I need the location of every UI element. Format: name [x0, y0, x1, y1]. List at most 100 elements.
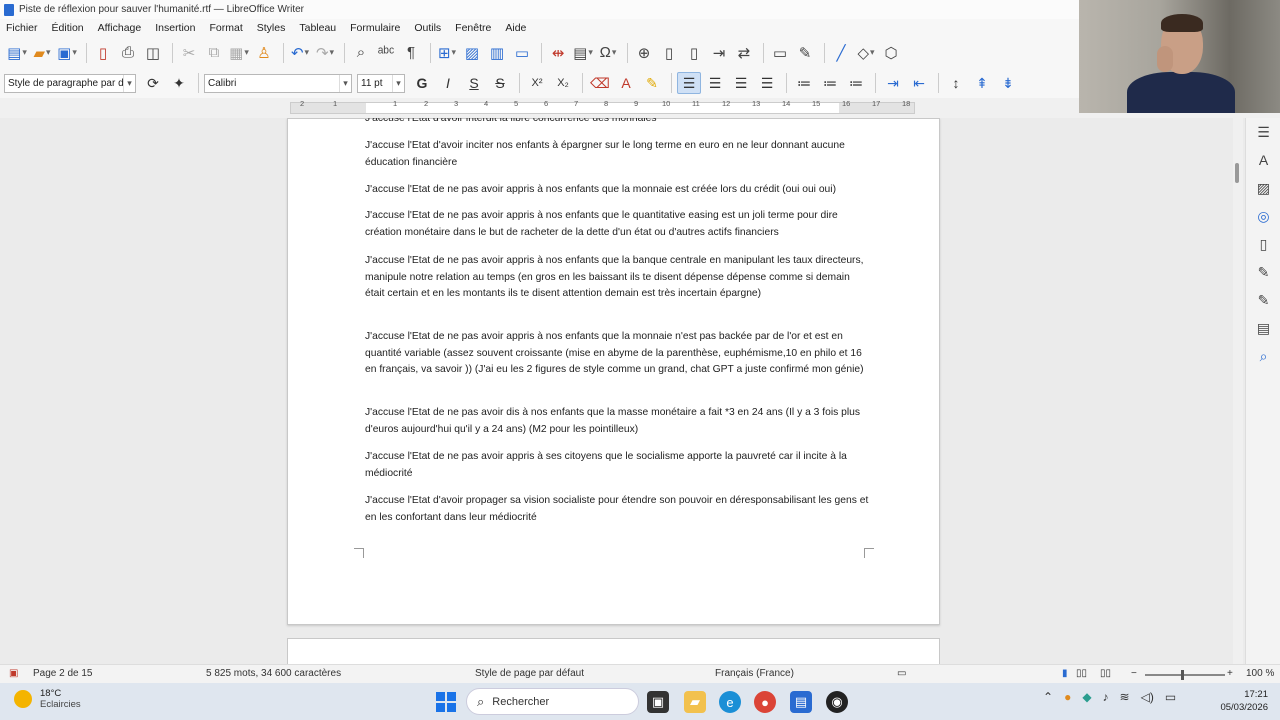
insert-image-icon[interactable]: ▨ — [461, 42, 483, 64]
draw-functions-icon[interactable]: ⬡ — [880, 42, 902, 64]
navigator-icon[interactable]: ◎ — [1246, 202, 1280, 230]
menu-styles[interactable]: Styles — [257, 22, 286, 34]
decrease-paragraph-spacing-icon[interactable]: ⇟ — [996, 72, 1020, 94]
windows-start-icon[interactable] — [436, 692, 456, 712]
save-icon[interactable]: ▣ — [56, 42, 78, 64]
strikethrough-button[interactable]: S — [488, 72, 512, 94]
insert-hyperlink-icon[interactable]: ⊕ — [633, 42, 655, 64]
system-clock[interactable]: 17:21 05/03/2026 — [1212, 688, 1268, 714]
decrease-indent-icon[interactable]: ⇤ — [907, 72, 931, 94]
track-changes-icon[interactable]: ✎ — [794, 42, 816, 64]
design-icon[interactable]: ▤ — [1246, 314, 1280, 342]
page-number[interactable]: Page 2 de 15 — [33, 668, 93, 679]
numbered-list-icon[interactable]: ≔ — [818, 72, 842, 94]
increase-indent-icon[interactable]: ⇥ — [881, 72, 905, 94]
menu-outils[interactable]: Outils — [414, 22, 441, 34]
insert-endnote-icon[interactable]: ▯ — [683, 42, 705, 64]
obs-recorder-icon[interactable]: ◉ — [826, 691, 848, 713]
task-view-icon[interactable]: ▣ — [647, 691, 669, 713]
chevron-down-icon[interactable]: ▾ — [392, 74, 404, 92]
paragraph[interactable]: J'accuse l'Etat d'avoir propager sa visi… — [365, 493, 870, 526]
outline-list-icon[interactable]: ≔ — [844, 72, 868, 94]
menu-fenetre[interactable]: Fenêtre — [455, 22, 491, 34]
zoom-level[interactable]: 100 % — [1246, 668, 1274, 679]
paragraph[interactable]: J'accuse l'Etat de ne pas avoir appris à… — [365, 208, 870, 241]
clear-formatting-icon[interactable]: ⌫ — [588, 72, 612, 94]
insert-special-character-icon[interactable]: Ω — [597, 42, 619, 64]
align-left-button[interactable]: ☰ — [677, 72, 701, 94]
update-style-icon[interactable]: ⟳ — [141, 72, 165, 94]
document-area[interactable]: J'accuse l'Etat d'avoir interdit la libr… — [0, 118, 1245, 664]
underline-button[interactable]: S — [462, 72, 486, 94]
vertical-scrollbar[interactable] — [1233, 118, 1243, 664]
chevron-up-icon[interactable]: ⌃ — [1043, 690, 1053, 704]
speaker-icon[interactable]: ◁) — [1141, 690, 1154, 704]
export-pdf-icon[interactable]: ▯ — [92, 42, 114, 64]
chrome-browser-icon[interactable]: ● — [754, 691, 776, 713]
font-color-icon[interactable]: A — [614, 72, 638, 94]
paste-icon[interactable]: ▦ — [228, 42, 250, 64]
basic-shapes-icon[interactable]: ◇ — [855, 42, 877, 64]
menu-fichier[interactable]: Fichier — [6, 22, 38, 34]
insert-cross-reference-icon[interactable]: ⇄ — [733, 42, 755, 64]
new-document-icon[interactable]: ▤ — [6, 42, 28, 64]
document-modified-icon[interactable]: ▣ — [9, 668, 18, 679]
page-style[interactable]: Style de page par défaut — [475, 668, 584, 679]
libreoffice-writer-icon[interactable]: ▤ — [790, 691, 812, 713]
manage-changes-icon[interactable]: ✎ — [1246, 286, 1280, 314]
insert-page-break-icon[interactable]: ⇹ — [547, 42, 569, 64]
insert-comment-icon[interactable]: ▭ — [769, 42, 791, 64]
font-size-combo[interactable]: 11 pt ▾ — [357, 73, 405, 93]
file-explorer-icon[interactable]: ▰ — [684, 691, 706, 713]
zoom-in-icon[interactable]: + — [1227, 668, 1233, 679]
insert-textbox-icon[interactable]: ▭ — [511, 42, 533, 64]
microphone-icon[interactable]: ♪ — [1103, 690, 1109, 704]
menu-affichage[interactable]: Affichage — [98, 22, 142, 34]
open-folder-icon[interactable]: ▰ — [31, 42, 53, 64]
ruler-bar[interactable] — [290, 102, 915, 114]
properties-icon[interactable]: ☰ — [1246, 118, 1280, 146]
menu-tableau[interactable]: Tableau — [299, 22, 336, 34]
insert-bookmark-icon[interactable]: ⇥ — [708, 42, 730, 64]
menu-edition[interactable]: Édition — [52, 22, 84, 34]
print-preview-icon[interactable]: ◫ — [142, 42, 164, 64]
menu-format[interactable]: Format — [210, 22, 243, 34]
chevron-down-icon[interactable]: ▾ — [339, 74, 351, 92]
paragraph[interactable]: J'accuse l'Etat de ne pas avoir appris à… — [365, 449, 870, 482]
justify-button[interactable]: ☰ — [755, 72, 779, 94]
insert-field-icon[interactable]: ▤ — [572, 42, 594, 64]
menu-formulaire[interactable]: Formulaire — [350, 22, 400, 34]
paragraph-style-combo[interactable]: Style de paragraphe par défaut ▾ — [4, 73, 136, 93]
font-name-combo[interactable]: Calibri ▾ — [204, 73, 352, 93]
avast-icon[interactable]: ● — [1064, 690, 1071, 704]
battery-icon[interactable]: ▭ — [1165, 690, 1176, 704]
zoom-slider-knob[interactable] — [1181, 670, 1184, 680]
superscript-button[interactable]: X² — [525, 72, 549, 94]
menu-aide[interactable]: Aide — [505, 22, 526, 34]
print-icon[interactable]: ⎙ — [117, 42, 139, 64]
gallery-icon[interactable]: ▨ — [1246, 174, 1280, 202]
weather-widget[interactable]: 18°C Eclaircies — [14, 688, 81, 710]
tray-app-icon[interactable]: ◆ — [1082, 690, 1091, 704]
paragraph[interactable]: J'accuse l'Etat de ne pas avoir appris à… — [365, 253, 870, 303]
language[interactable]: Français (France) — [715, 668, 794, 679]
increase-paragraph-spacing-icon[interactable]: ⇞ — [970, 72, 994, 94]
paragraph[interactable]: J'accuse l'Etat de ne pas avoir appris à… — [365, 182, 870, 199]
insert-line-icon[interactable]: ╱ — [830, 42, 852, 64]
formatting-marks-icon[interactable]: ¶ — [400, 42, 422, 64]
find-replace-icon[interactable]: ⌕ — [350, 42, 372, 64]
line-spacing-icon[interactable]: ↕ — [944, 72, 968, 94]
taskbar-search[interactable]: ⌕ Rechercher — [466, 688, 639, 715]
edge-browser-icon[interactable]: e — [719, 691, 741, 713]
menu-insertion[interactable]: Insertion — [155, 22, 195, 34]
styles-icon[interactable]: A — [1246, 146, 1280, 174]
bold-button[interactable]: G — [410, 72, 434, 94]
insert-table-icon[interactable]: ⊞ — [436, 42, 458, 64]
insert-chart-icon[interactable]: ▥ — [486, 42, 508, 64]
chevron-down-icon[interactable]: ▾ — [123, 74, 135, 92]
paragraph[interactable]: J'accuse l'Etat de ne pas avoir dis à no… — [365, 405, 870, 438]
style-inspector-icon[interactable]: ✎ — [1246, 258, 1280, 286]
single-page-view-icon[interactable]: ▮ — [1062, 668, 1068, 679]
align-right-button[interactable]: ☰ — [729, 72, 753, 94]
copy-icon[interactable]: ⧉ — [203, 42, 225, 64]
